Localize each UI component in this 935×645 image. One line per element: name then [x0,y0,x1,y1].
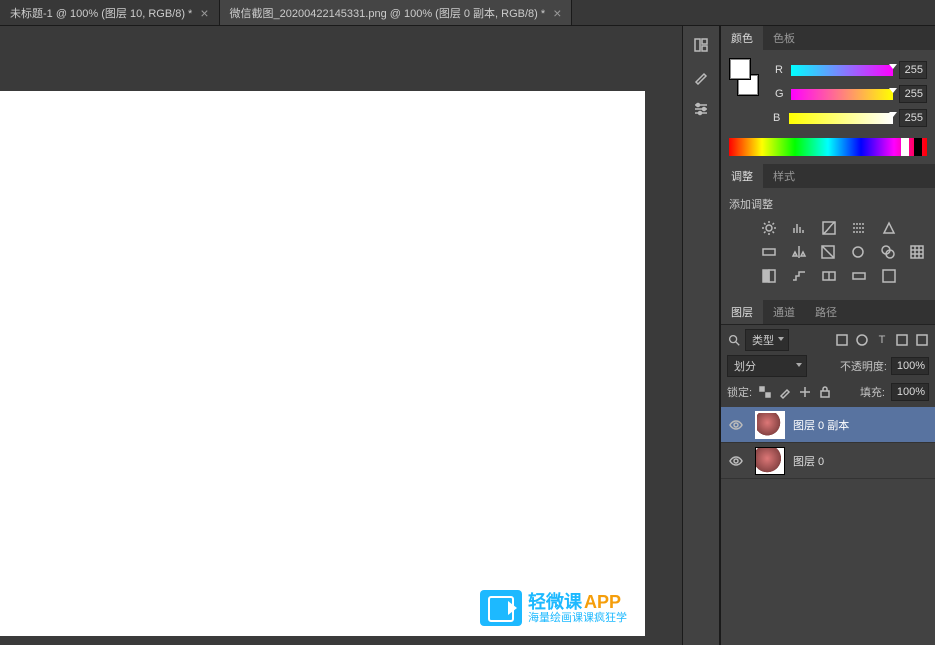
foreground-swatch[interactable] [729,58,751,80]
layers-panel-tabs: 图层 通道 路径 [721,300,935,324]
channel-mixer-icon[interactable] [878,244,898,260]
brush-preset-icon[interactable] [690,66,712,88]
filter-smart-icon[interactable] [915,333,929,347]
balance-icon[interactable] [789,244,809,260]
blend-mode-dropdown[interactable]: 划分 [727,355,807,377]
tab-styles[interactable]: 样式 [763,164,805,188]
brightness-icon[interactable] [759,220,779,236]
lock-all-icon[interactable] [818,385,832,399]
bw-icon[interactable] [818,244,838,260]
layers-list: 图层 0 副本 图层 0 [721,407,935,645]
layer-item[interactable]: 图层 0 副本 [721,407,935,443]
hue-icon[interactable] [759,244,779,260]
filter-adjust-icon[interactable] [855,333,869,347]
watermark: 轻微课 APP 海量绘画课课疯狂学 [480,590,627,626]
layer-thumbnail[interactable] [755,411,785,439]
adjustments-panel: 添加调整 [721,188,935,300]
lock-transparency-icon[interactable] [758,385,772,399]
curves-icon[interactable] [819,220,839,236]
settings-sliders-icon[interactable] [690,98,712,120]
g-label: G [775,88,785,100]
watermark-title: 轻微课 [528,593,582,611]
watermark-suffix: APP [584,593,621,611]
r-slider[interactable] [791,65,893,76]
close-icon[interactable]: × [200,5,208,21]
fill-label: 填充: [860,384,885,400]
fg-bg-swatches[interactable] [729,58,769,96]
selective-color-icon[interactable] [879,268,899,284]
invert-icon[interactable] [759,268,779,284]
canvas[interactable]: 轻微课 APP 海量绘画课课疯狂学 [0,91,645,636]
b-label: B [773,112,783,124]
add-adjustment-label: 添加调整 [729,196,927,212]
arrange-icon[interactable] [690,34,712,56]
levels-icon[interactable] [789,220,809,236]
tab-swatches[interactable]: 色板 [763,26,805,50]
tab-channels[interactable]: 通道 [763,300,805,324]
search-icon[interactable] [727,333,741,347]
r-label: R [775,64,785,76]
lock-position-icon[interactable] [798,385,812,399]
photo-filter-icon[interactable] [848,244,868,260]
tab-layers[interactable]: 图层 [721,300,763,324]
b-slider[interactable] [789,113,893,124]
opacity-label: 不透明度: [840,358,887,374]
lock-paint-icon[interactable] [778,385,792,399]
tab-color[interactable]: 颜色 [721,26,763,50]
adjust-panel-tabs: 调整 样式 [721,164,935,188]
doc-tab-label: 微信截图_20200422145331.png @ 100% (图层 0 副本,… [230,5,546,21]
fill-value[interactable] [891,383,929,401]
exposure-icon[interactable] [849,220,869,236]
g-value[interactable] [899,85,927,103]
vertical-tool-strip [682,26,720,645]
lut-icon[interactable] [907,244,927,260]
watermark-icon [480,590,522,626]
doc-tab-1[interactable]: 未标题-1 @ 100% (图层 10, RGB/8) * × [0,0,220,25]
b-value[interactable] [899,109,927,127]
document-tabbar: 未标题-1 @ 100% (图层 10, RGB/8) * × 微信截图_202… [0,0,935,26]
filter-shape-icon[interactable] [895,333,909,347]
lock-label: 锁定: [727,384,752,400]
layer-thumbnail[interactable] [755,447,785,475]
posterize-icon[interactable] [789,268,809,284]
layer-controls: 类型 T 划分 不透明度: 锁 [721,324,935,407]
watermark-subtitle: 海量绘画课课疯狂学 [528,613,627,624]
right-panels: 颜色 色板 R G [720,26,935,645]
threshold-icon[interactable] [819,268,839,284]
opacity-value[interactable] [891,357,929,375]
color-panel: R G B [721,50,935,164]
vibrance-icon[interactable] [879,220,899,236]
visibility-toggle[interactable] [725,453,747,469]
tab-adjustments[interactable]: 调整 [721,164,763,188]
tab-paths[interactable]: 路径 [805,300,847,324]
close-icon[interactable]: × [553,5,561,21]
filter-pixel-icon[interactable] [835,333,849,347]
layer-name[interactable]: 图层 0 副本 [793,417,849,433]
filter-type-dropdown[interactable]: 类型 [745,329,789,351]
color-panel-tabs: 颜色 色板 [721,26,935,50]
g-slider[interactable] [791,89,893,100]
doc-tab-label: 未标题-1 @ 100% (图层 10, RGB/8) * [10,5,192,21]
filter-text-icon[interactable]: T [875,333,889,347]
r-value[interactable] [899,61,927,79]
doc-tab-2[interactable]: 微信截图_20200422145331.png @ 100% (图层 0 副本,… [220,0,573,25]
layer-item[interactable]: 图层 0 [721,443,935,479]
canvas-area[interactable]: 轻微课 APP 海量绘画课课疯狂学 [0,26,682,645]
visibility-toggle[interactable] [725,417,747,433]
layer-name[interactable]: 图层 0 [793,453,824,469]
gradient-map-icon[interactable] [849,268,869,284]
color-spectrum[interactable] [729,138,927,156]
